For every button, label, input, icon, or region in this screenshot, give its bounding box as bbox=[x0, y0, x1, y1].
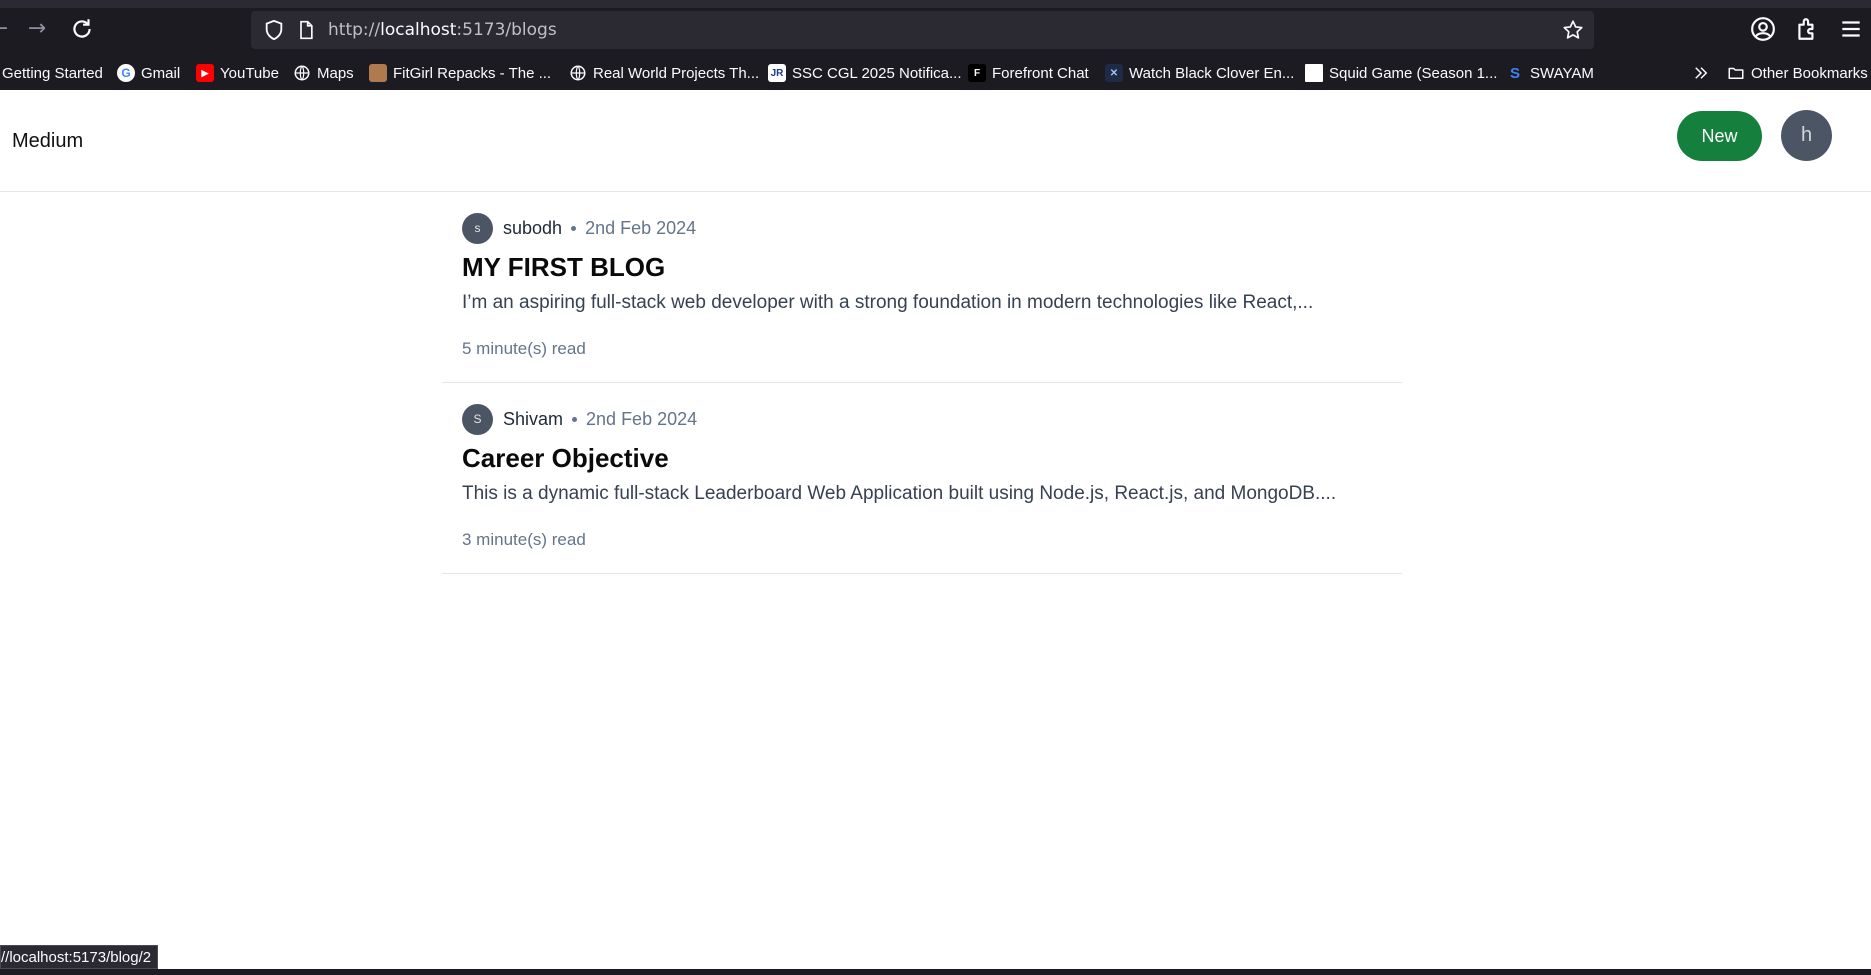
globe-icon bbox=[569, 64, 587, 82]
post-date: 2nd Feb 2024 bbox=[585, 217, 697, 238]
bookmark-label: SWAYAM bbox=[1530, 64, 1594, 82]
post-meta: S Shivam 2nd Feb 2024 bbox=[462, 403, 697, 435]
reload-icon[interactable] bbox=[69, 16, 95, 42]
link-status-bar: //localhost:5173/blog/2 bbox=[0, 945, 159, 969]
tracking-protection-icon[interactable] bbox=[263, 19, 285, 41]
bookmark-item[interactable]: ▶ YouTube bbox=[196, 62, 279, 84]
bookmark-item[interactable]: Real World Projects Th... bbox=[569, 62, 759, 84]
bookmark-item[interactable]: FitGirl Repacks - The ... bbox=[369, 62, 551, 84]
back-icon[interactable]: ← bbox=[0, 16, 12, 42]
blank-page-icon bbox=[1305, 64, 1323, 82]
bookmarks-toolbar: Getting Started G Gmail ▶ YouTube Maps F… bbox=[0, 58, 1871, 88]
other-bookmarks-label: Other Bookmarks bbox=[1751, 64, 1868, 82]
bookmark-item[interactable]: Maps bbox=[293, 62, 354, 84]
jr-icon: JR bbox=[768, 64, 786, 82]
bookmark-label: Forefront Chat bbox=[992, 64, 1089, 82]
author-avatar: S bbox=[462, 403, 493, 435]
globe-icon bbox=[293, 64, 311, 82]
tab-strip bbox=[0, 0, 1871, 8]
brand-logo[interactable]: Medium bbox=[12, 130, 83, 153]
bookmark-item[interactable]: JR SSC CGL 2025 Notifica... bbox=[768, 62, 962, 84]
post-date: 2nd Feb 2024 bbox=[586, 408, 698, 429]
bookmark-item[interactable]: Getting Started bbox=[2, 62, 103, 84]
forward-icon[interactable]: → bbox=[24, 16, 50, 42]
bookmark-item[interactable]: G Gmail bbox=[117, 62, 180, 84]
window-bottom-edge bbox=[0, 969, 1871, 975]
page-icon[interactable] bbox=[296, 20, 316, 40]
fitgirl-icon bbox=[369, 64, 387, 82]
youtube-icon: ▶ bbox=[196, 64, 214, 82]
bookmark-item[interactable]: F Forefront Chat bbox=[968, 62, 1089, 84]
blog-card[interactable]: S Shivam 2nd Feb 2024 Career Objective T… bbox=[442, 383, 1402, 574]
bookmark-star-icon[interactable] bbox=[1562, 19, 1584, 41]
bookmark-label: Gmail bbox=[141, 64, 181, 82]
account-icon[interactable] bbox=[1750, 16, 1776, 42]
author-name: subodh bbox=[503, 217, 563, 238]
blog-card[interactable]: s subodh 2nd Feb 2024 MY FIRST BLOG I’m … bbox=[442, 192, 1402, 383]
bookmark-label: Squid Game (Season 1... bbox=[1329, 64, 1498, 82]
user-avatar[interactable]: h bbox=[1781, 110, 1832, 161]
other-bookmarks-folder[interactable]: Other Bookmarks bbox=[1727, 62, 1868, 84]
anime-icon: ✕ bbox=[1105, 64, 1123, 82]
post-excerpt: This is a dynamic full-stack Leaderboard… bbox=[462, 483, 1337, 504]
folder-icon bbox=[1727, 64, 1745, 82]
url-text[interactable]: http://localhost:5173/blogs bbox=[328, 20, 557, 40]
bookmark-item[interactable]: S SWAYAM bbox=[1506, 62, 1594, 84]
bookmark-label: FitGirl Repacks - The ... bbox=[393, 64, 552, 82]
post-title[interactable]: Career Objective bbox=[462, 443, 669, 474]
author-avatar: s bbox=[462, 212, 493, 244]
bookmark-label: Maps bbox=[317, 64, 354, 82]
post-title[interactable]: MY FIRST BLOG bbox=[462, 252, 665, 283]
bookmark-label: YouTube bbox=[220, 64, 279, 82]
post-excerpt: I’m an aspiring full-stack web developer… bbox=[462, 292, 1314, 313]
bookmark-item[interactable]: ✕ Watch Black Clover En... bbox=[1105, 62, 1294, 84]
read-time: 3 minute(s) read bbox=[462, 530, 586, 549]
bookmark-label: SSC CGL 2025 Notifica... bbox=[792, 64, 962, 82]
post-meta: s subodh 2nd Feb 2024 bbox=[462, 212, 696, 244]
forefront-icon: F bbox=[968, 64, 986, 82]
google-icon: G bbox=[117, 64, 135, 82]
separator-dot bbox=[572, 416, 578, 422]
new-post-button[interactable]: New bbox=[1677, 111, 1762, 161]
bookmark-label: Watch Black Clover En... bbox=[1129, 64, 1295, 82]
extensions-icon[interactable] bbox=[1794, 16, 1820, 42]
app-header: Medium New h bbox=[0, 90, 1871, 192]
swayam-icon: S bbox=[1509, 64, 1520, 82]
menu-icon[interactable] bbox=[1838, 16, 1864, 42]
bookmark-item[interactable]: Squid Game (Season 1... bbox=[1305, 62, 1497, 84]
bookmarks-overflow-icon[interactable] bbox=[1692, 62, 1710, 84]
blog-feed: s subodh 2nd Feb 2024 MY FIRST BLOG I’m … bbox=[442, 192, 1402, 574]
address-bar[interactable]: http://localhost:5173/blogs bbox=[251, 11, 1594, 49]
separator-dot bbox=[571, 225, 577, 231]
author-name: Shivam bbox=[503, 408, 564, 429]
browser-toolbar: ← → http://localhost:5173/blogs Getting … bbox=[0, 0, 1871, 90]
bookmark-label: Real World Projects Th... bbox=[593, 64, 760, 82]
bookmark-label: Getting Started bbox=[2, 64, 103, 82]
read-time: 5 minute(s) read bbox=[462, 339, 586, 358]
